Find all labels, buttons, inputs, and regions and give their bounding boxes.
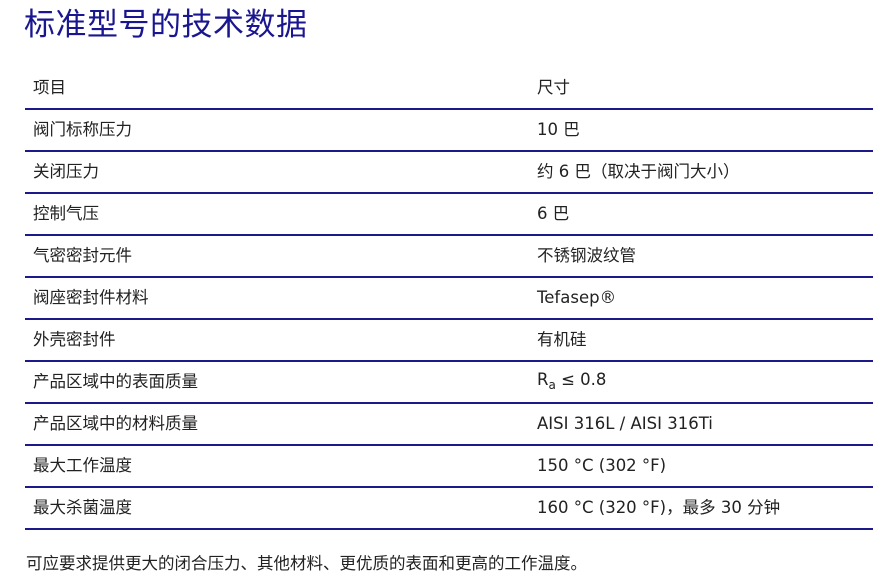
roughness-value: ≤ 0.8 [555, 369, 607, 389]
table-row: 产品区域中的表面质量 Ra ≤ 0.8 [25, 361, 873, 404]
row-value: AISI 316L / AISI 316Ti [529, 403, 873, 446]
row-value: 6 巴 [529, 193, 873, 236]
row-label: 外壳密封件 [25, 319, 529, 362]
row-value: 有机硅 [529, 319, 873, 362]
footnote: 可应要求提供更大的闭合压力、其他材料、更优质的表面和更高的工作温度。 [26, 554, 587, 573]
row-label: 控制气压 [25, 193, 529, 236]
row-label: 产品区域中的材料质量 [25, 403, 529, 446]
column-header-item: 项目 [25, 68, 529, 110]
row-label: 阀座密封件材料 [25, 277, 529, 320]
row-label: 最大工作温度 [25, 445, 529, 488]
row-value: 160 °C (320 °F)，最多 30 分钟 [529, 487, 873, 530]
table-row: 产品区域中的材料质量 AISI 316L / AISI 316Ti [25, 403, 873, 446]
table-row: 阀门标称压力 10 巴 [25, 109, 873, 152]
table-row: 关闭压力 约 6 巴（取决于阀门大小） [25, 151, 873, 194]
row-value: Ra ≤ 0.8 [529, 361, 873, 404]
row-label: 阀门标称压力 [25, 109, 529, 152]
table-row: 气密密封元件 不锈钢波纹管 [25, 235, 873, 278]
roughness-subscript: a [548, 377, 556, 392]
table-row: 控制气压 6 巴 [25, 193, 873, 236]
page-title: 标准型号的技术数据 [24, 7, 308, 43]
row-label: 产品区域中的表面质量 [25, 361, 529, 404]
row-value: 10 巴 [529, 109, 873, 152]
row-value: Tefasep® [529, 277, 873, 320]
row-value: 不锈钢波纹管 [529, 235, 873, 278]
table-row: 外壳密封件 有机硅 [25, 319, 873, 362]
table-header-row: 项目 尺寸 [25, 68, 873, 110]
column-header-value: 尺寸 [529, 68, 873, 110]
table-row: 最大杀菌温度 160 °C (320 °F)，最多 30 分钟 [25, 487, 873, 530]
spec-table: 项目 尺寸 阀门标称压力 10 巴 关闭压力 约 6 巴（取决于阀门大小） 控制… [25, 68, 873, 530]
row-value: 150 °C (302 °F) [529, 445, 873, 488]
row-label: 气密密封元件 [25, 235, 529, 278]
row-label: 关闭压力 [25, 151, 529, 194]
table-row: 最大工作温度 150 °C (302 °F) [25, 445, 873, 488]
row-value: 约 6 巴（取决于阀门大小） [529, 151, 873, 194]
roughness-symbol: R [537, 369, 549, 389]
row-label: 最大杀菌温度 [25, 487, 529, 530]
table-row: 阀座密封件材料 Tefasep® [25, 277, 873, 320]
